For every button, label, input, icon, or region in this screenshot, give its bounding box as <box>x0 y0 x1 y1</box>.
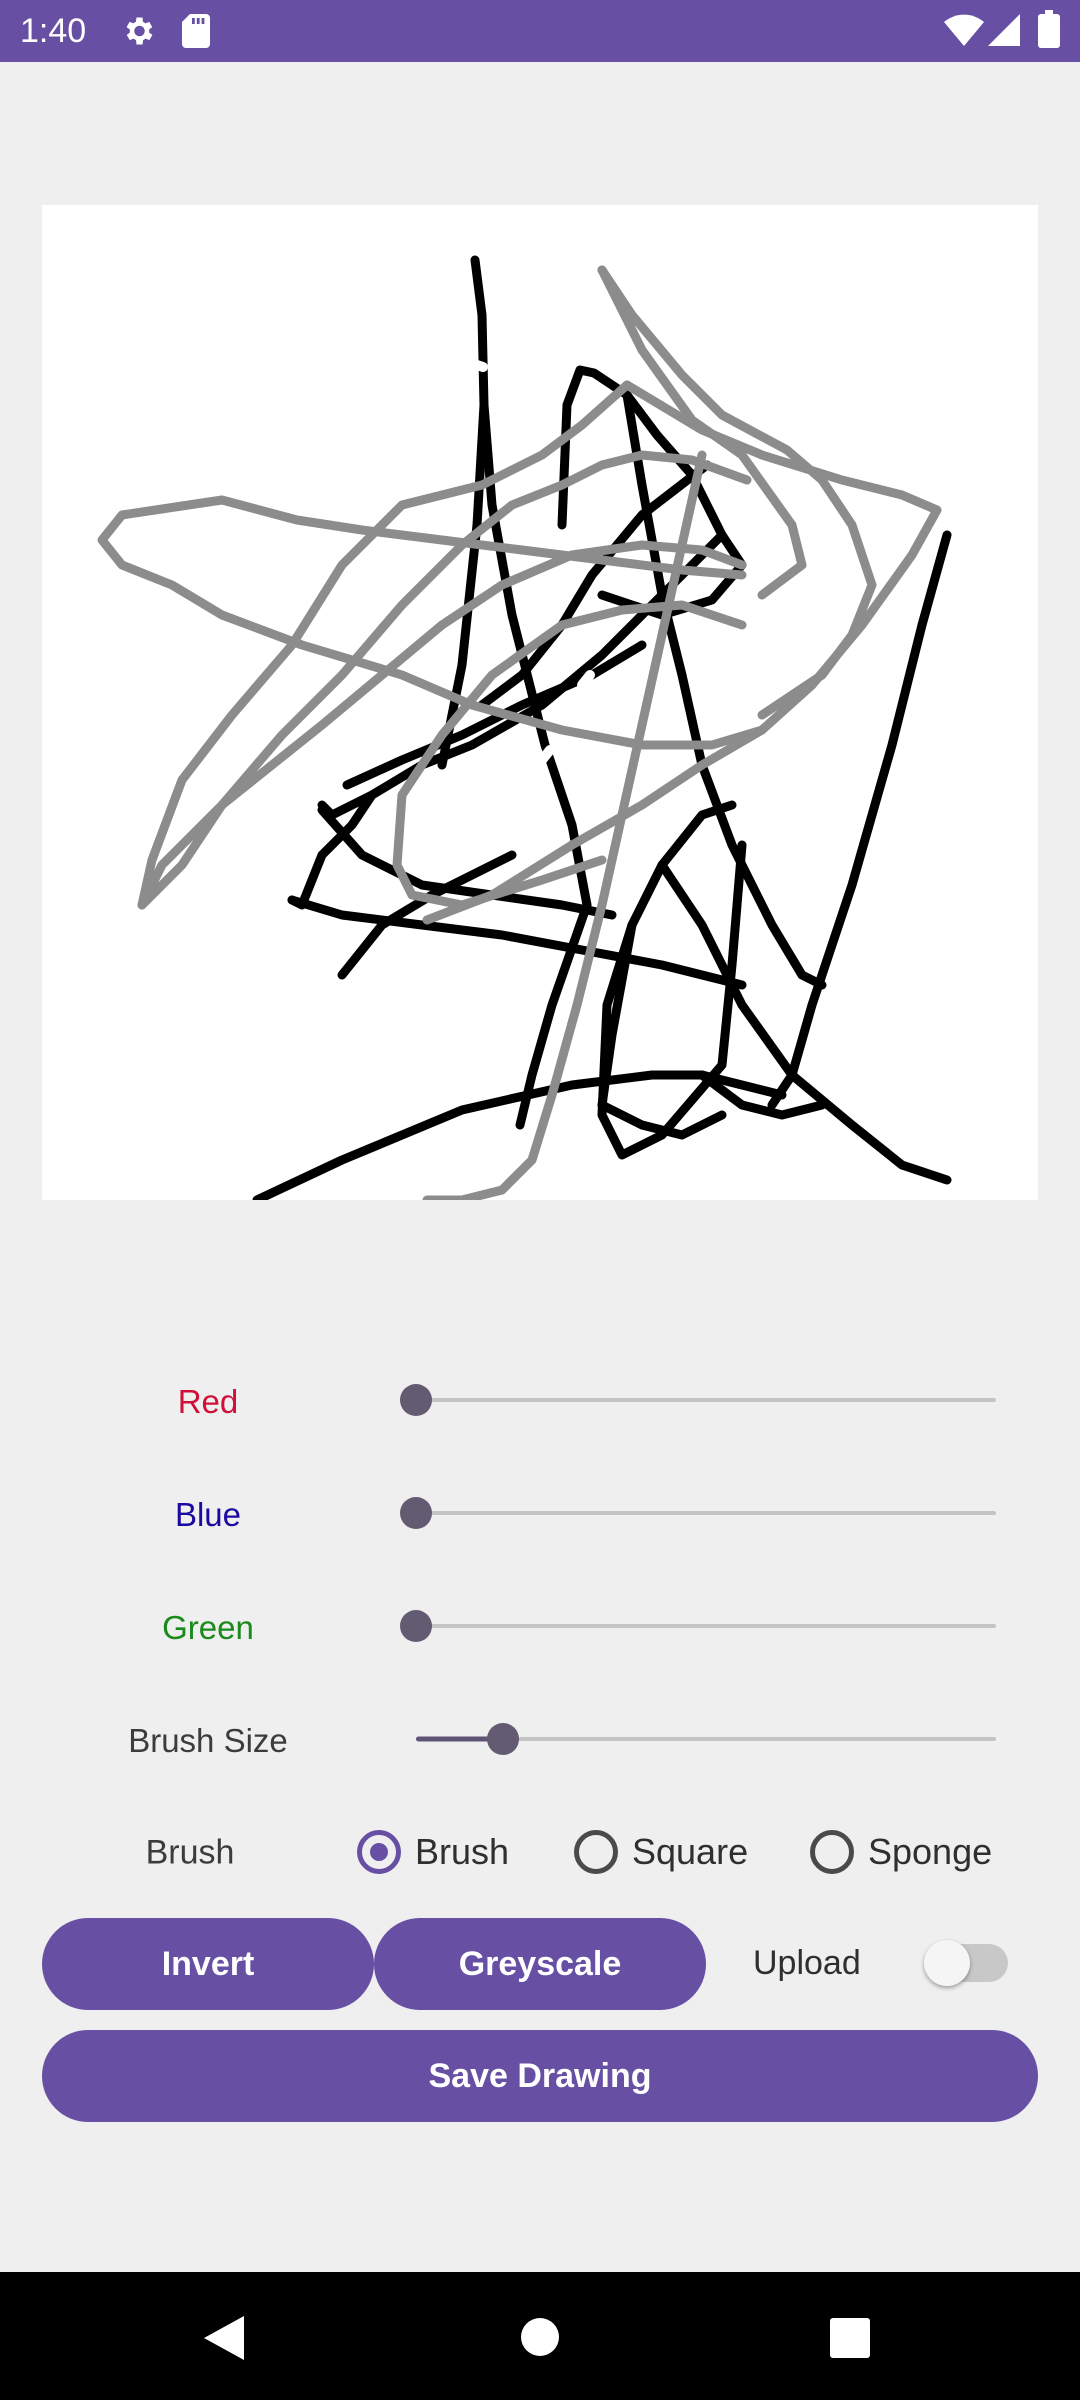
brush-size-label: Brush Size <box>128 1722 288 1759</box>
brush-size-slider-thumb[interactable] <box>487 1723 519 1755</box>
green-label: Green <box>162 1609 254 1646</box>
home-icon[interactable] <box>521 2318 559 2356</box>
upload-switch-thumb[interactable] <box>924 1940 970 1986</box>
radio-brush-label: Brush <box>415 1831 510 1872</box>
green-slider-track[interactable] <box>416 1624 996 1628</box>
upload-label: Upload <box>753 1944 861 1982</box>
wifi-icon <box>944 14 984 46</box>
blue-slider-track[interactable] <box>416 1511 996 1515</box>
save-drawing-button[interactable]: Save Drawing <box>42 2030 1038 2122</box>
signal-icon <box>988 14 1020 46</box>
drawing-strokes <box>97 255 952 1200</box>
black-strokes <box>252 255 952 1200</box>
greyscale-button[interactable]: Greyscale <box>374 1918 706 2010</box>
radio-square[interactable]: Square <box>574 1830 748 1874</box>
brush-type-label: Brush <box>145 1833 235 1872</box>
green-slider-thumb[interactable] <box>400 1610 432 1642</box>
back-icon[interactable] <box>204 2316 244 2360</box>
radio-sponge[interactable]: Sponge <box>810 1830 992 1874</box>
blue-label: Blue <box>174 1496 242 1533</box>
blue-slider-thumb[interactable] <box>400 1497 432 1529</box>
red-slider-thumb[interactable] <box>400 1384 432 1416</box>
status-time: 1:40 <box>20 12 87 50</box>
status-bar: 1:40 <box>0 0 1080 62</box>
sd-card-icon <box>182 14 210 48</box>
radio-brush[interactable]: Brush <box>357 1830 509 1874</box>
radio-sponge-indicator[interactable] <box>810 1830 854 1874</box>
invert-button[interactable]: Invert <box>42 1918 374 2010</box>
battery-icon <box>1038 10 1060 48</box>
radio-sponge-label: Sponge <box>868 1831 993 1872</box>
radio-square-indicator[interactable] <box>574 1830 618 1874</box>
red-label: Red <box>177 1383 239 1420</box>
radio-brush-indicator[interactable] <box>357 1830 401 1874</box>
drawing-canvas[interactable] <box>42 205 1038 1200</box>
recents-icon[interactable] <box>830 2318 870 2358</box>
gear-icon <box>126 17 153 45</box>
radio-square-label: Square <box>632 1831 749 1872</box>
grey-strokes <box>97 265 942 1200</box>
navigation-bar <box>0 2272 1080 2400</box>
red-slider-track[interactable] <box>416 1398 996 1402</box>
